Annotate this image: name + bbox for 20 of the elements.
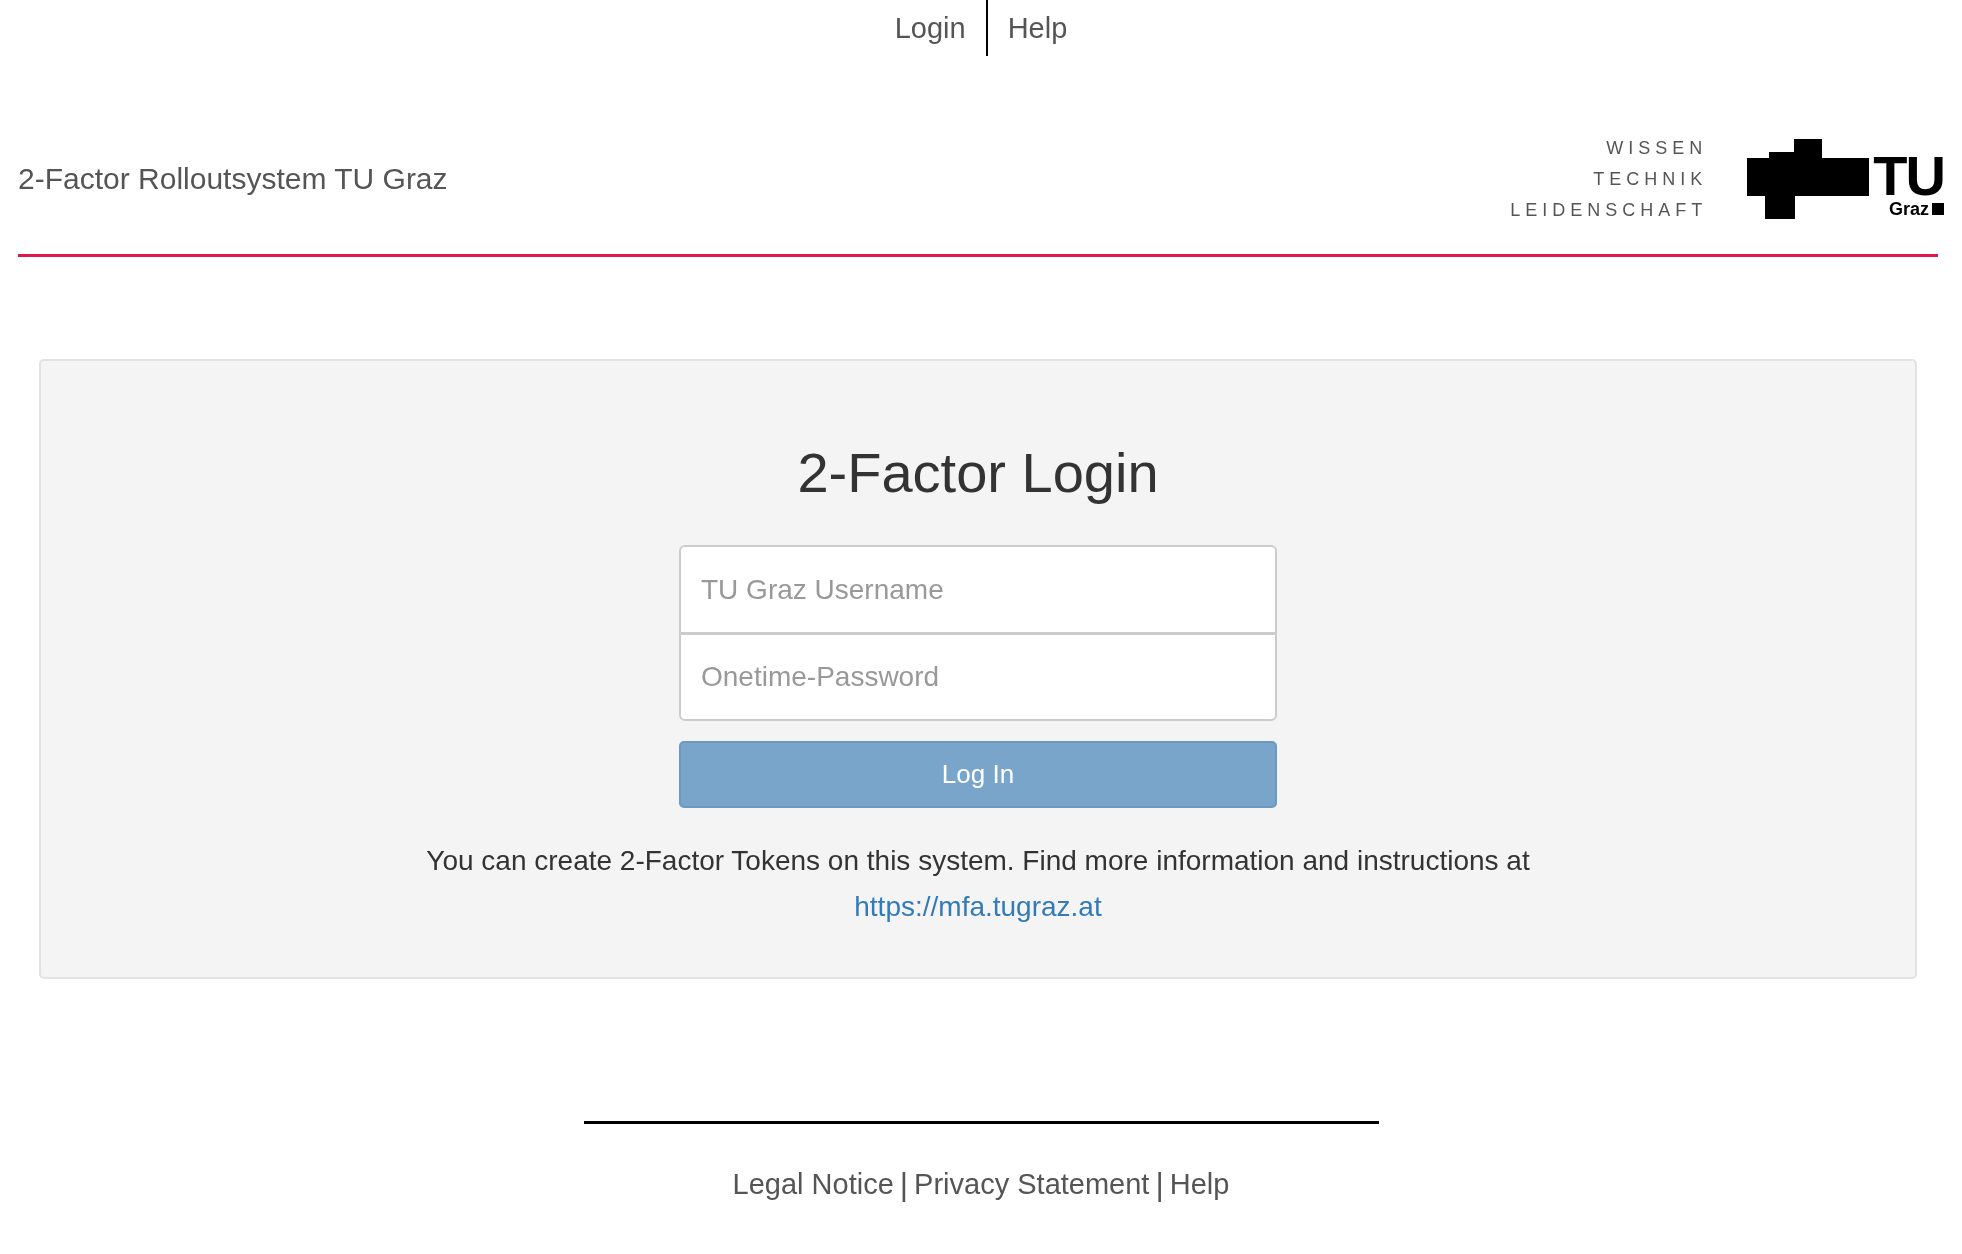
separator: | (899, 1166, 909, 1203)
password-field[interactable]: Onetime-Password (679, 633, 1277, 721)
separator: | (1155, 1166, 1164, 1203)
slogan-text: TECHNIK (1593, 167, 1708, 191)
logo-wordmark: TU (1873, 153, 1944, 199)
footer-link[interactable]: Help (1169, 1168, 1230, 1201)
nav-link[interactable]: Login (874, 0, 988, 56)
logo-blocks-icon (1747, 139, 1870, 219)
username-field[interactable]: TU Graz Username (679, 545, 1277, 633)
slogan-text: WISSEN (1606, 136, 1708, 160)
nav-link[interactable]: Help (987, 0, 1088, 56)
footer-link[interactable]: Legal Notice (732, 1168, 894, 1201)
footer-link[interactable]: Privacy Statement (914, 1168, 1150, 1201)
info-text: You can create 2-Factor Tokens on this system. Find more information and instructions at (426, 844, 1530, 878)
logo-square-icon (1932, 203, 1944, 215)
login-title: 2-Factor Login (797, 441, 1159, 505)
info-link[interactable]: https://mfa.tugraz.at (854, 884, 1102, 930)
slogan-text: LEIDENSCHAFT (1510, 198, 1708, 222)
logo-subword: Graz (1888, 199, 1929, 219)
site-title: 2-Factor Rolloutsystem TU Graz (18, 162, 448, 196)
